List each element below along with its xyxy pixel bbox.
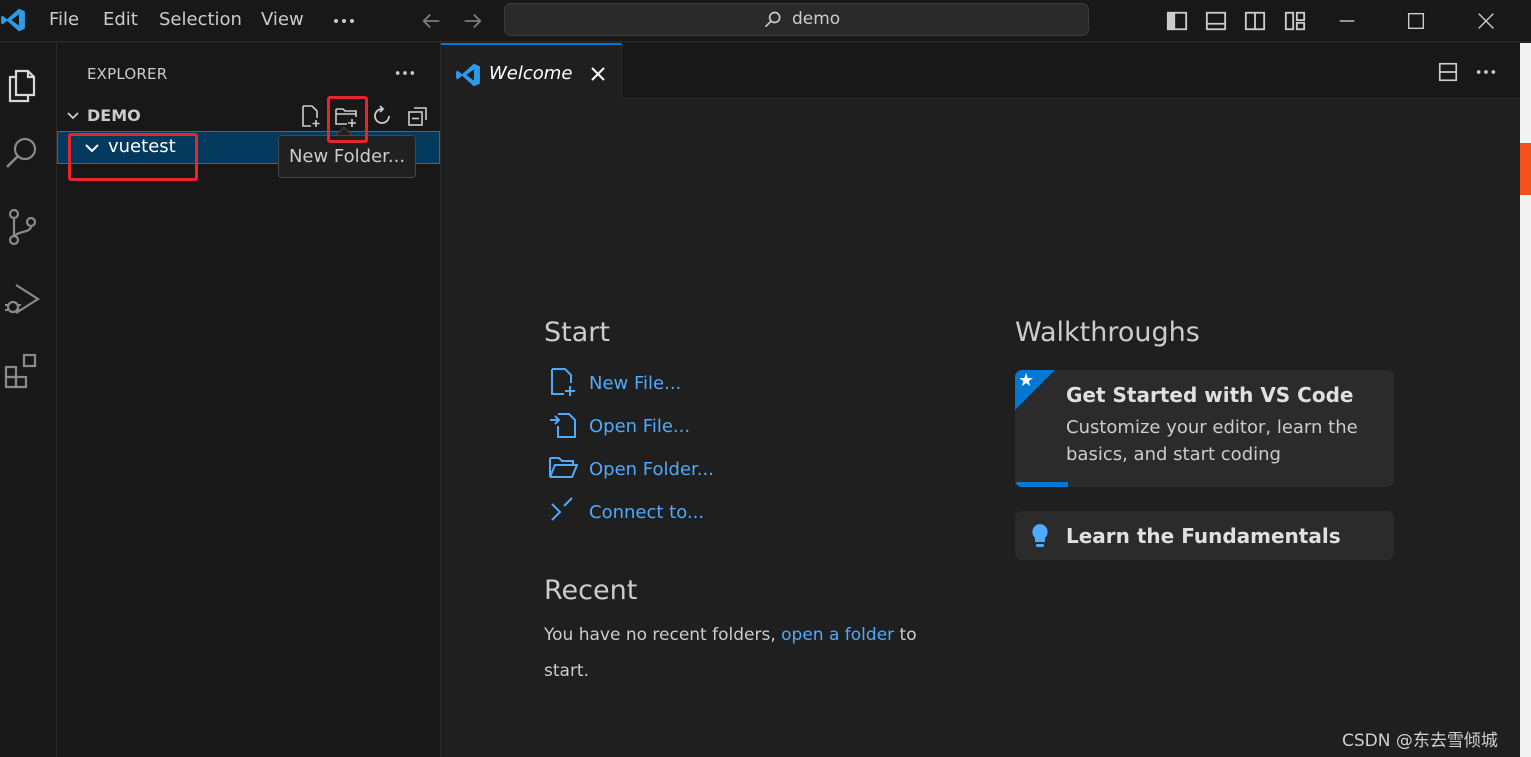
remote-connect-icon <box>551 497 573 521</box>
tab-welcome[interactable]: Welcome <box>441 43 622 99</box>
new-file-icon[interactable] <box>298 104 322 128</box>
start-heading: Start <box>544 317 610 348</box>
close-window-icon[interactable] <box>1475 10 1497 32</box>
walkthrough-title: Learn the Fundamentals <box>1066 524 1341 548</box>
recent-empty-message: You have no recent folders, open a folde… <box>544 617 944 689</box>
open-folder-icon <box>549 457 578 478</box>
connect-to-link[interactable]: Connect to... <box>589 502 704 523</box>
maximize-icon[interactable] <box>1405 10 1427 32</box>
chevron-down-icon <box>67 112 79 120</box>
editor-tab-bar: Welcome <box>441 43 1520 99</box>
toggle-secondary-sidebar-icon[interactable] <box>1244 10 1266 32</box>
new-file-icon <box>551 368 575 396</box>
recent-heading: Recent <box>544 575 638 606</box>
run-and-debug-icon[interactable] <box>2 279 42 319</box>
watermark-text: CSDN @东去雪倾城 <box>1342 731 1498 751</box>
walkthroughs-heading: Walkthroughs <box>1015 317 1200 348</box>
activity-bar <box>0 43 57 757</box>
walkthrough-title: Get Started with VS Code <box>1066 383 1354 407</box>
workspace-name: DEMO <box>87 106 141 125</box>
walkthrough-get-started[interactable]: ★ Get Started with VS Code Customize you… <box>1015 370 1394 487</box>
explorer-title: EXPLORER <box>87 65 168 83</box>
editor-more-icon[interactable] <box>1475 61 1497 83</box>
tab-label: Welcome <box>489 63 573 84</box>
close-tab-icon[interactable] <box>589 65 607 83</box>
highlight-box-vuetest <box>68 133 198 181</box>
toggle-primary-sidebar-icon[interactable] <box>1166 10 1188 32</box>
back-arrow-icon[interactable] <box>421 10 443 32</box>
vscode-logo-icon <box>1 8 25 32</box>
command-center-search[interactable]: demo <box>504 3 1089 36</box>
vscode-logo-icon <box>456 63 480 87</box>
open-file-link[interactable]: Open File... <box>589 416 690 437</box>
walkthrough-progress-bar <box>1015 482 1069 487</box>
extensions-icon[interactable] <box>2 351 42 391</box>
walkthrough-learn-fundamentals[interactable]: Learn the Fundamentals <box>1015 511 1394 560</box>
open-file-icon <box>550 413 576 438</box>
background-window-accent <box>1520 143 1531 195</box>
split-editor-icon[interactable] <box>1437 61 1459 83</box>
refresh-icon[interactable] <box>370 104 394 128</box>
toggle-panel-icon[interactable] <box>1205 10 1227 32</box>
more-menu-icon[interactable] <box>332 9 356 33</box>
command-center-text: demo <box>792 9 841 29</box>
menu-view[interactable]: View <box>261 0 304 42</box>
explorer-sidebar: EXPLORER DEMO vuetest New Folder... <box>57 43 441 757</box>
menu-file[interactable]: File <box>49 0 79 42</box>
title-bar: File Edit Selection View demo <box>0 0 1531 42</box>
customize-layout-icon[interactable] <box>1284 10 1306 32</box>
search-icon[interactable] <box>2 133 42 173</box>
source-control-icon[interactable] <box>2 206 42 246</box>
explorer-more-icon[interactable] <box>394 62 416 84</box>
star-icon: ★ <box>1018 370 1035 391</box>
collapse-all-icon[interactable] <box>406 104 430 128</box>
search-icon <box>764 11 781 28</box>
new-file-link[interactable]: New File... <box>589 373 681 394</box>
menu-selection[interactable]: Selection <box>159 0 242 42</box>
minimize-icon[interactable] <box>1336 10 1358 32</box>
recent-prefix: You have no recent folders, <box>544 625 776 645</box>
walkthrough-description: Customize your editor, learn the basics,… <box>1066 417 1358 465</box>
highlight-box-new-folder <box>327 96 368 143</box>
forward-arrow-icon[interactable] <box>461 10 483 32</box>
explorer-files-icon[interactable] <box>2 63 42 103</box>
menu-edit[interactable]: Edit <box>103 0 138 42</box>
open-folder-link[interactable]: Open Folder... <box>589 459 714 480</box>
lightbulb-icon <box>1032 524 1048 547</box>
open-folder-inline-link[interactable]: open a folder <box>781 625 894 645</box>
